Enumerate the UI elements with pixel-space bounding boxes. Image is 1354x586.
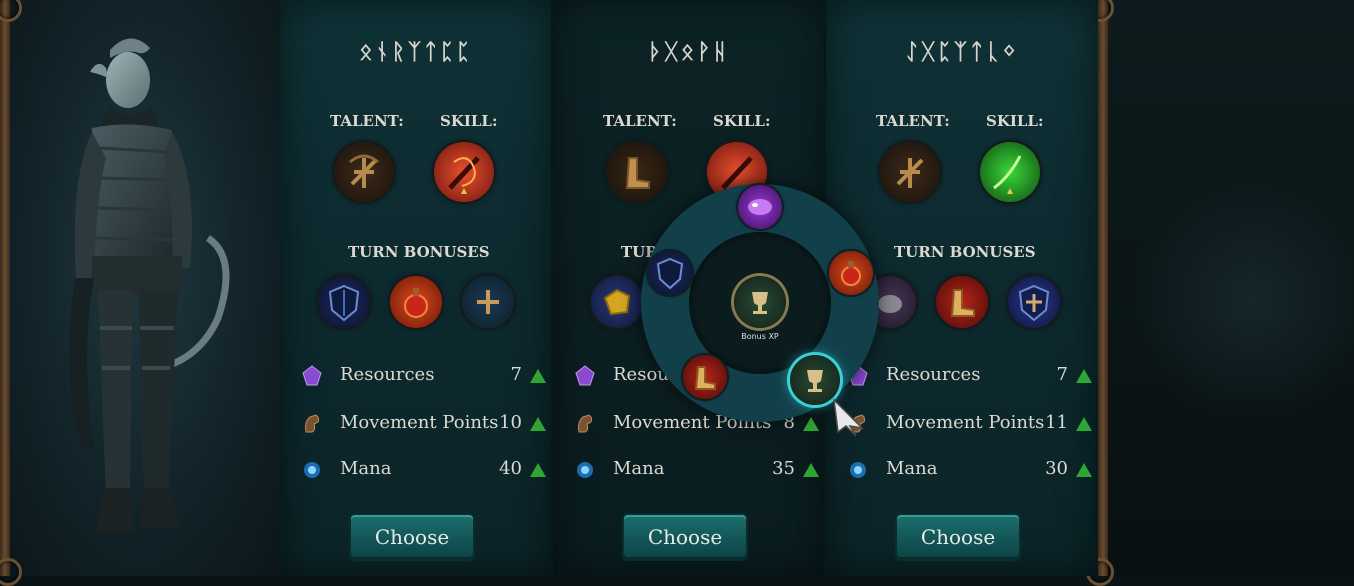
skill-label: SKILL: (986, 112, 1044, 130)
blue-cross-icon[interactable] (462, 276, 514, 328)
stat-label: Mana (613, 458, 665, 479)
hero-name: ᛇᚷᛈᛉᛏᚳᛜ (905, 40, 1019, 65)
horse-icon (305, 414, 320, 433)
boots-icon[interactable] (607, 142, 667, 202)
increase-arrow-icon (530, 369, 546, 383)
boots-icon[interactable] (936, 276, 988, 328)
crossed-bow-icon[interactable] (880, 142, 940, 202)
stat-label: Mana (886, 458, 938, 479)
skill-label: SKILL: (713, 112, 771, 130)
turn-bonuses-label: TURN BONUSES (894, 243, 1036, 261)
stat-label: Resources (340, 364, 435, 385)
stat-value: 30 (1045, 458, 1068, 479)
increase-arrow-icon (1076, 417, 1092, 431)
talent-label: TALENT: (876, 112, 950, 130)
stat-label: Movement Points (886, 412, 1045, 433)
increase-arrow-icon (1076, 369, 1092, 383)
stat-row-mana: Mana 35 (573, 456, 823, 484)
mana-orb-icon (304, 462, 320, 478)
hero-portrait (68, 38, 230, 533)
stat-value: 10 (499, 412, 522, 433)
choose-button[interactable]: Choose (897, 515, 1019, 559)
stat-row-movement: Movement Points 11 (846, 410, 1096, 438)
purple-crystal-icon (302, 365, 322, 386)
skill-label: SKILL: (440, 112, 498, 130)
shield-icon[interactable] (318, 276, 370, 328)
boots-icon[interactable] (683, 355, 727, 399)
talent-label: TALENT: (330, 112, 404, 130)
hero-name: ᚦᚷᛟᚹᚺ (648, 40, 730, 65)
stat-row-resources: Resources 7 (300, 362, 550, 390)
trophy-icon (734, 276, 786, 328)
frame-corner-ornament (0, 558, 22, 586)
frame-left-edge (0, 0, 10, 576)
increase-arrow-icon (803, 463, 819, 477)
gold-ore-icon[interactable] (591, 276, 643, 328)
talent-label: TALENT: (603, 112, 677, 130)
stat-label: Movement Points (340, 412, 499, 433)
stat-label: Resources (886, 364, 981, 385)
mana-orb-icon (850, 462, 866, 478)
purple-crystal-icon (575, 365, 595, 386)
hero-name: ᛟᚾᚱᛉᛏᛈᛈ (359, 40, 473, 65)
increase-arrow-icon (530, 463, 546, 477)
horse-icon (578, 414, 593, 433)
shield-cross-icon[interactable] (1008, 276, 1060, 328)
stat-row-mana: Mana 30 (846, 456, 1096, 484)
increase-arrow-icon (1076, 463, 1092, 477)
scenery-backdrop (1102, 0, 1354, 576)
radial-center-label: Bonus XP (741, 332, 779, 341)
cursor-pointer-icon (832, 398, 865, 437)
choose-button[interactable]: Choose (624, 515, 746, 559)
choose-button[interactable]: Choose (351, 515, 473, 559)
hero-card: ᛟᚾᚱᛉᛏᛈᛈ TALENT: SKILL: TURN BONUSES Reso… (280, 0, 552, 576)
purple-gem-icon[interactable] (738, 185, 782, 229)
crossed-bow-icon[interactable] (334, 142, 394, 202)
stat-row-resources: Resources 7 (846, 362, 1096, 390)
stat-value: 7 (510, 364, 522, 385)
mana-orb-icon (577, 462, 593, 478)
stat-row-movement: Movement Points 10 (300, 410, 550, 438)
increase-arrow-icon (803, 417, 819, 431)
stat-value: 11 (1045, 412, 1068, 433)
stat-value: 7 (1056, 364, 1068, 385)
stat-value: 40 (499, 458, 522, 479)
green-magic-icon[interactable] (980, 142, 1040, 202)
increase-arrow-icon (530, 417, 546, 431)
fire-potion-icon[interactable] (390, 276, 442, 328)
stat-value: 35 (772, 458, 795, 479)
stat-row-mana: Mana 40 (300, 456, 550, 484)
flaming-sword-icon[interactable] (434, 142, 494, 202)
fire-potion-icon[interactable] (829, 251, 873, 295)
turn-bonuses-label: TURN BONUSES (348, 243, 490, 261)
stat-label: Mana (340, 458, 392, 479)
shield-icon[interactable] (648, 251, 692, 295)
frame-right-edge (1098, 0, 1108, 576)
